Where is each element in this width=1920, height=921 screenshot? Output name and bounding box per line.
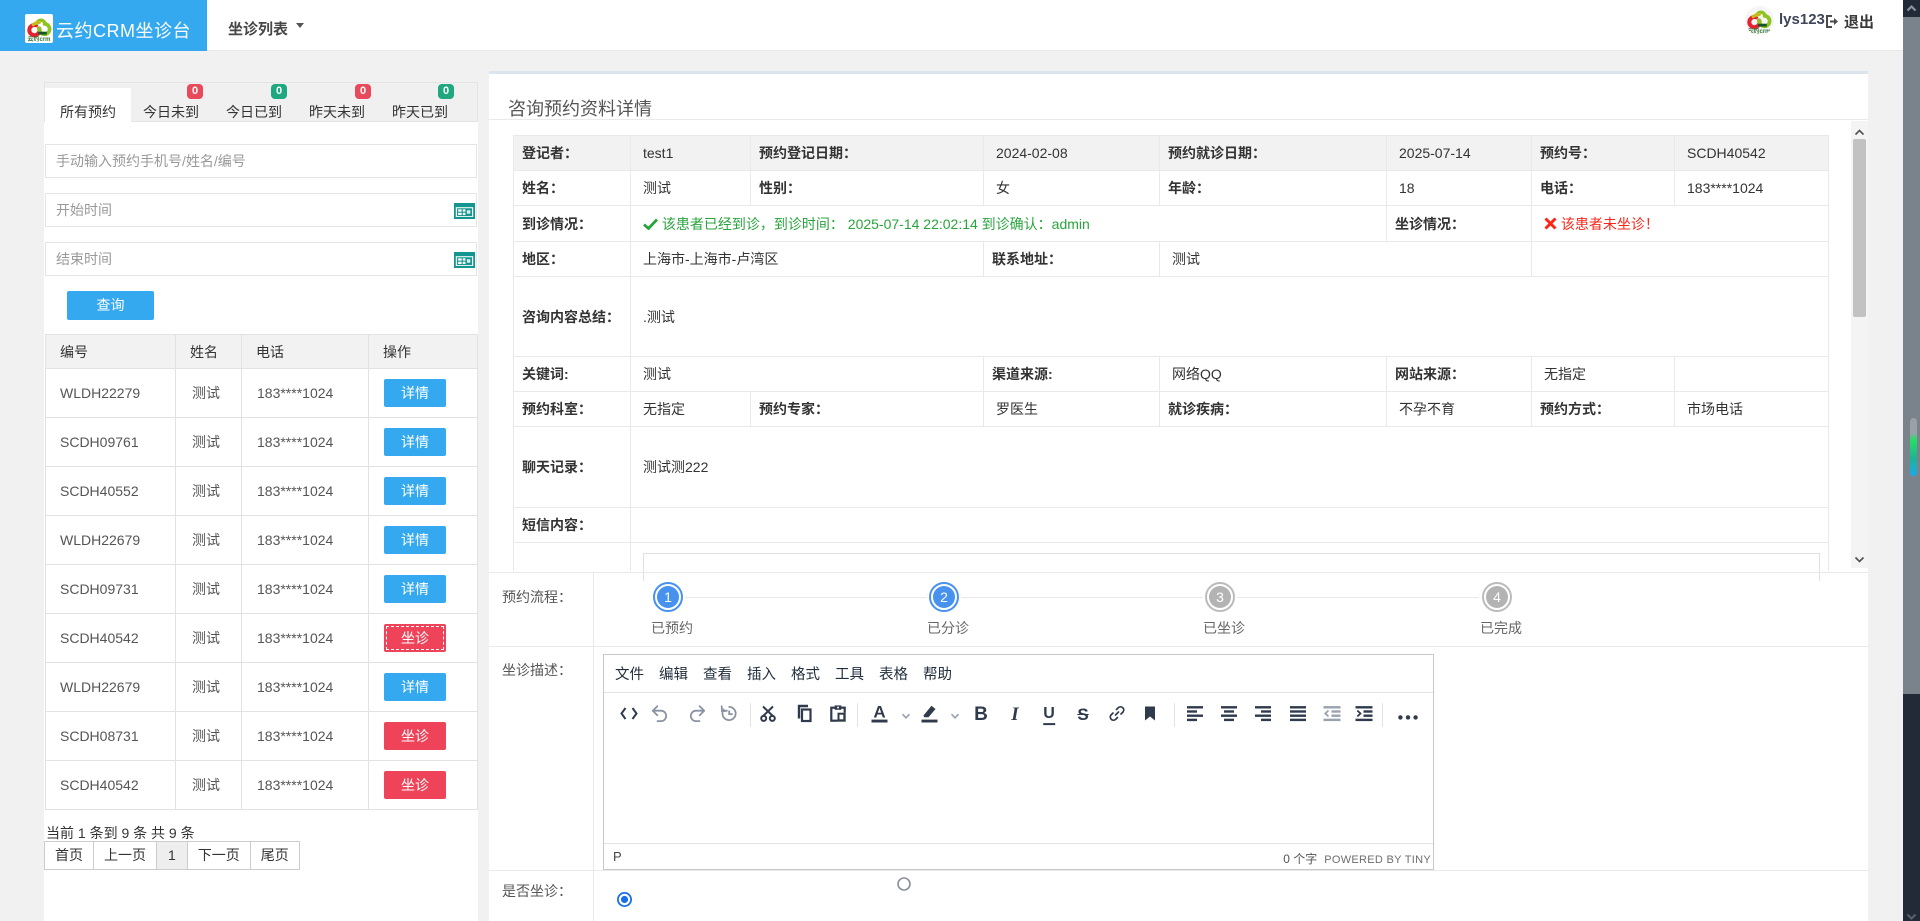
svg-text:A: A: [873, 704, 885, 722]
svg-text:云约crm: 云约crm: [1747, 26, 1770, 35]
svg-text:云约crm: 云约crm: [27, 34, 50, 43]
